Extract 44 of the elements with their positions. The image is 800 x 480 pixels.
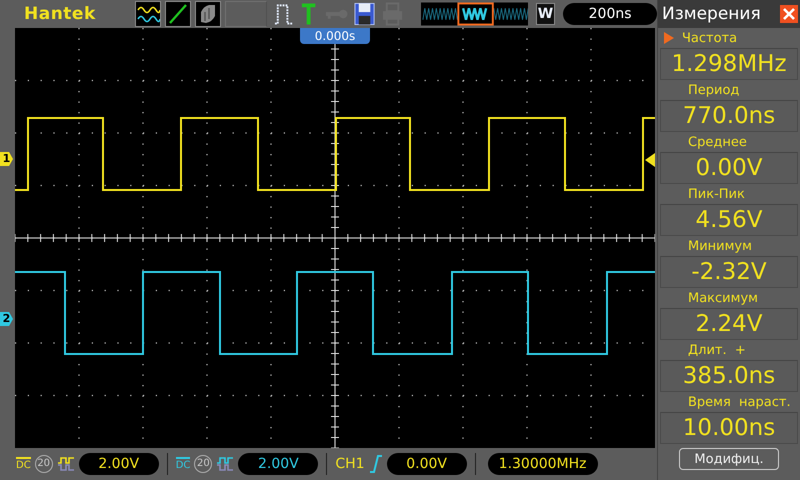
measurement-value: 2.24V xyxy=(660,308,798,340)
measurement-value: 0.00V xyxy=(660,152,798,184)
rising-edge-icon[interactable] xyxy=(368,455,383,473)
memory-overview[interactable] xyxy=(420,2,528,26)
measurement-label[interactable]: Минимум xyxy=(664,238,752,254)
measurement-value: 770.0ns xyxy=(660,100,798,132)
measurement-label[interactable]: Пик-Пик xyxy=(664,186,745,202)
close-icon[interactable] xyxy=(780,5,798,23)
modify-button[interactable]: Модифиц. xyxy=(679,448,779,470)
trigger-position-marker[interactable]: 0.000s xyxy=(300,28,370,44)
bandwidth-limit-indicator[interactable]: 20 xyxy=(34,455,53,473)
channel-marker[interactable]: 2 xyxy=(0,312,13,326)
brand-logo: Hantek xyxy=(24,4,97,24)
measurement-label[interactable]: Среднее xyxy=(664,134,747,150)
measurement-label[interactable]: Длит. + xyxy=(664,342,746,358)
measurement-value: 385.0ns xyxy=(660,360,798,392)
trigger-level-readout[interactable]: 0.00V xyxy=(386,453,467,475)
zoom-button[interactable]: W xyxy=(536,3,556,25)
measurement-label[interactable]: Максимум xyxy=(664,290,758,306)
coupling-label[interactable]: DC xyxy=(16,457,31,471)
coupling-label[interactable]: DC xyxy=(176,457,190,471)
pulse-icon[interactable] xyxy=(273,2,294,26)
volts-per-div-readout[interactable]: 2.00V xyxy=(78,453,159,475)
measurement-value: 1.298MHz xyxy=(660,48,798,80)
square-wave-icon[interactable] xyxy=(216,456,234,472)
square-wave-icon[interactable] xyxy=(56,456,75,472)
measurement-value: -2.32V xyxy=(660,256,798,288)
persistence-icon[interactable] xyxy=(195,1,222,27)
measurement-value: 4.56V xyxy=(660,204,798,236)
channel-marker[interactable]: 1 xyxy=(0,152,13,166)
measurement-label[interactable]: Частота xyxy=(664,30,738,46)
measurement-label[interactable]: Время нараст. xyxy=(664,394,791,410)
trigger-t-icon[interactable] xyxy=(300,2,318,26)
waveform-mode-icon[interactable] xyxy=(135,1,162,27)
panel-title: Измерения xyxy=(662,4,761,24)
measurement-label[interactable]: Период xyxy=(664,82,740,98)
bandwidth-limit-indicator[interactable]: 20 xyxy=(194,455,212,473)
trigger-frequency-readout: 1.30000MHz xyxy=(488,453,598,475)
xy-mode-icon[interactable] xyxy=(165,1,192,27)
measurement-value: 10.00ns xyxy=(660,412,798,444)
volts-per-div-readout[interactable]: 2.00V xyxy=(238,453,318,475)
trigger-level-marker[interactable] xyxy=(645,153,655,167)
trigger-source[interactable]: CH1 xyxy=(335,456,365,472)
timebase-readout: 200ns xyxy=(563,3,657,25)
